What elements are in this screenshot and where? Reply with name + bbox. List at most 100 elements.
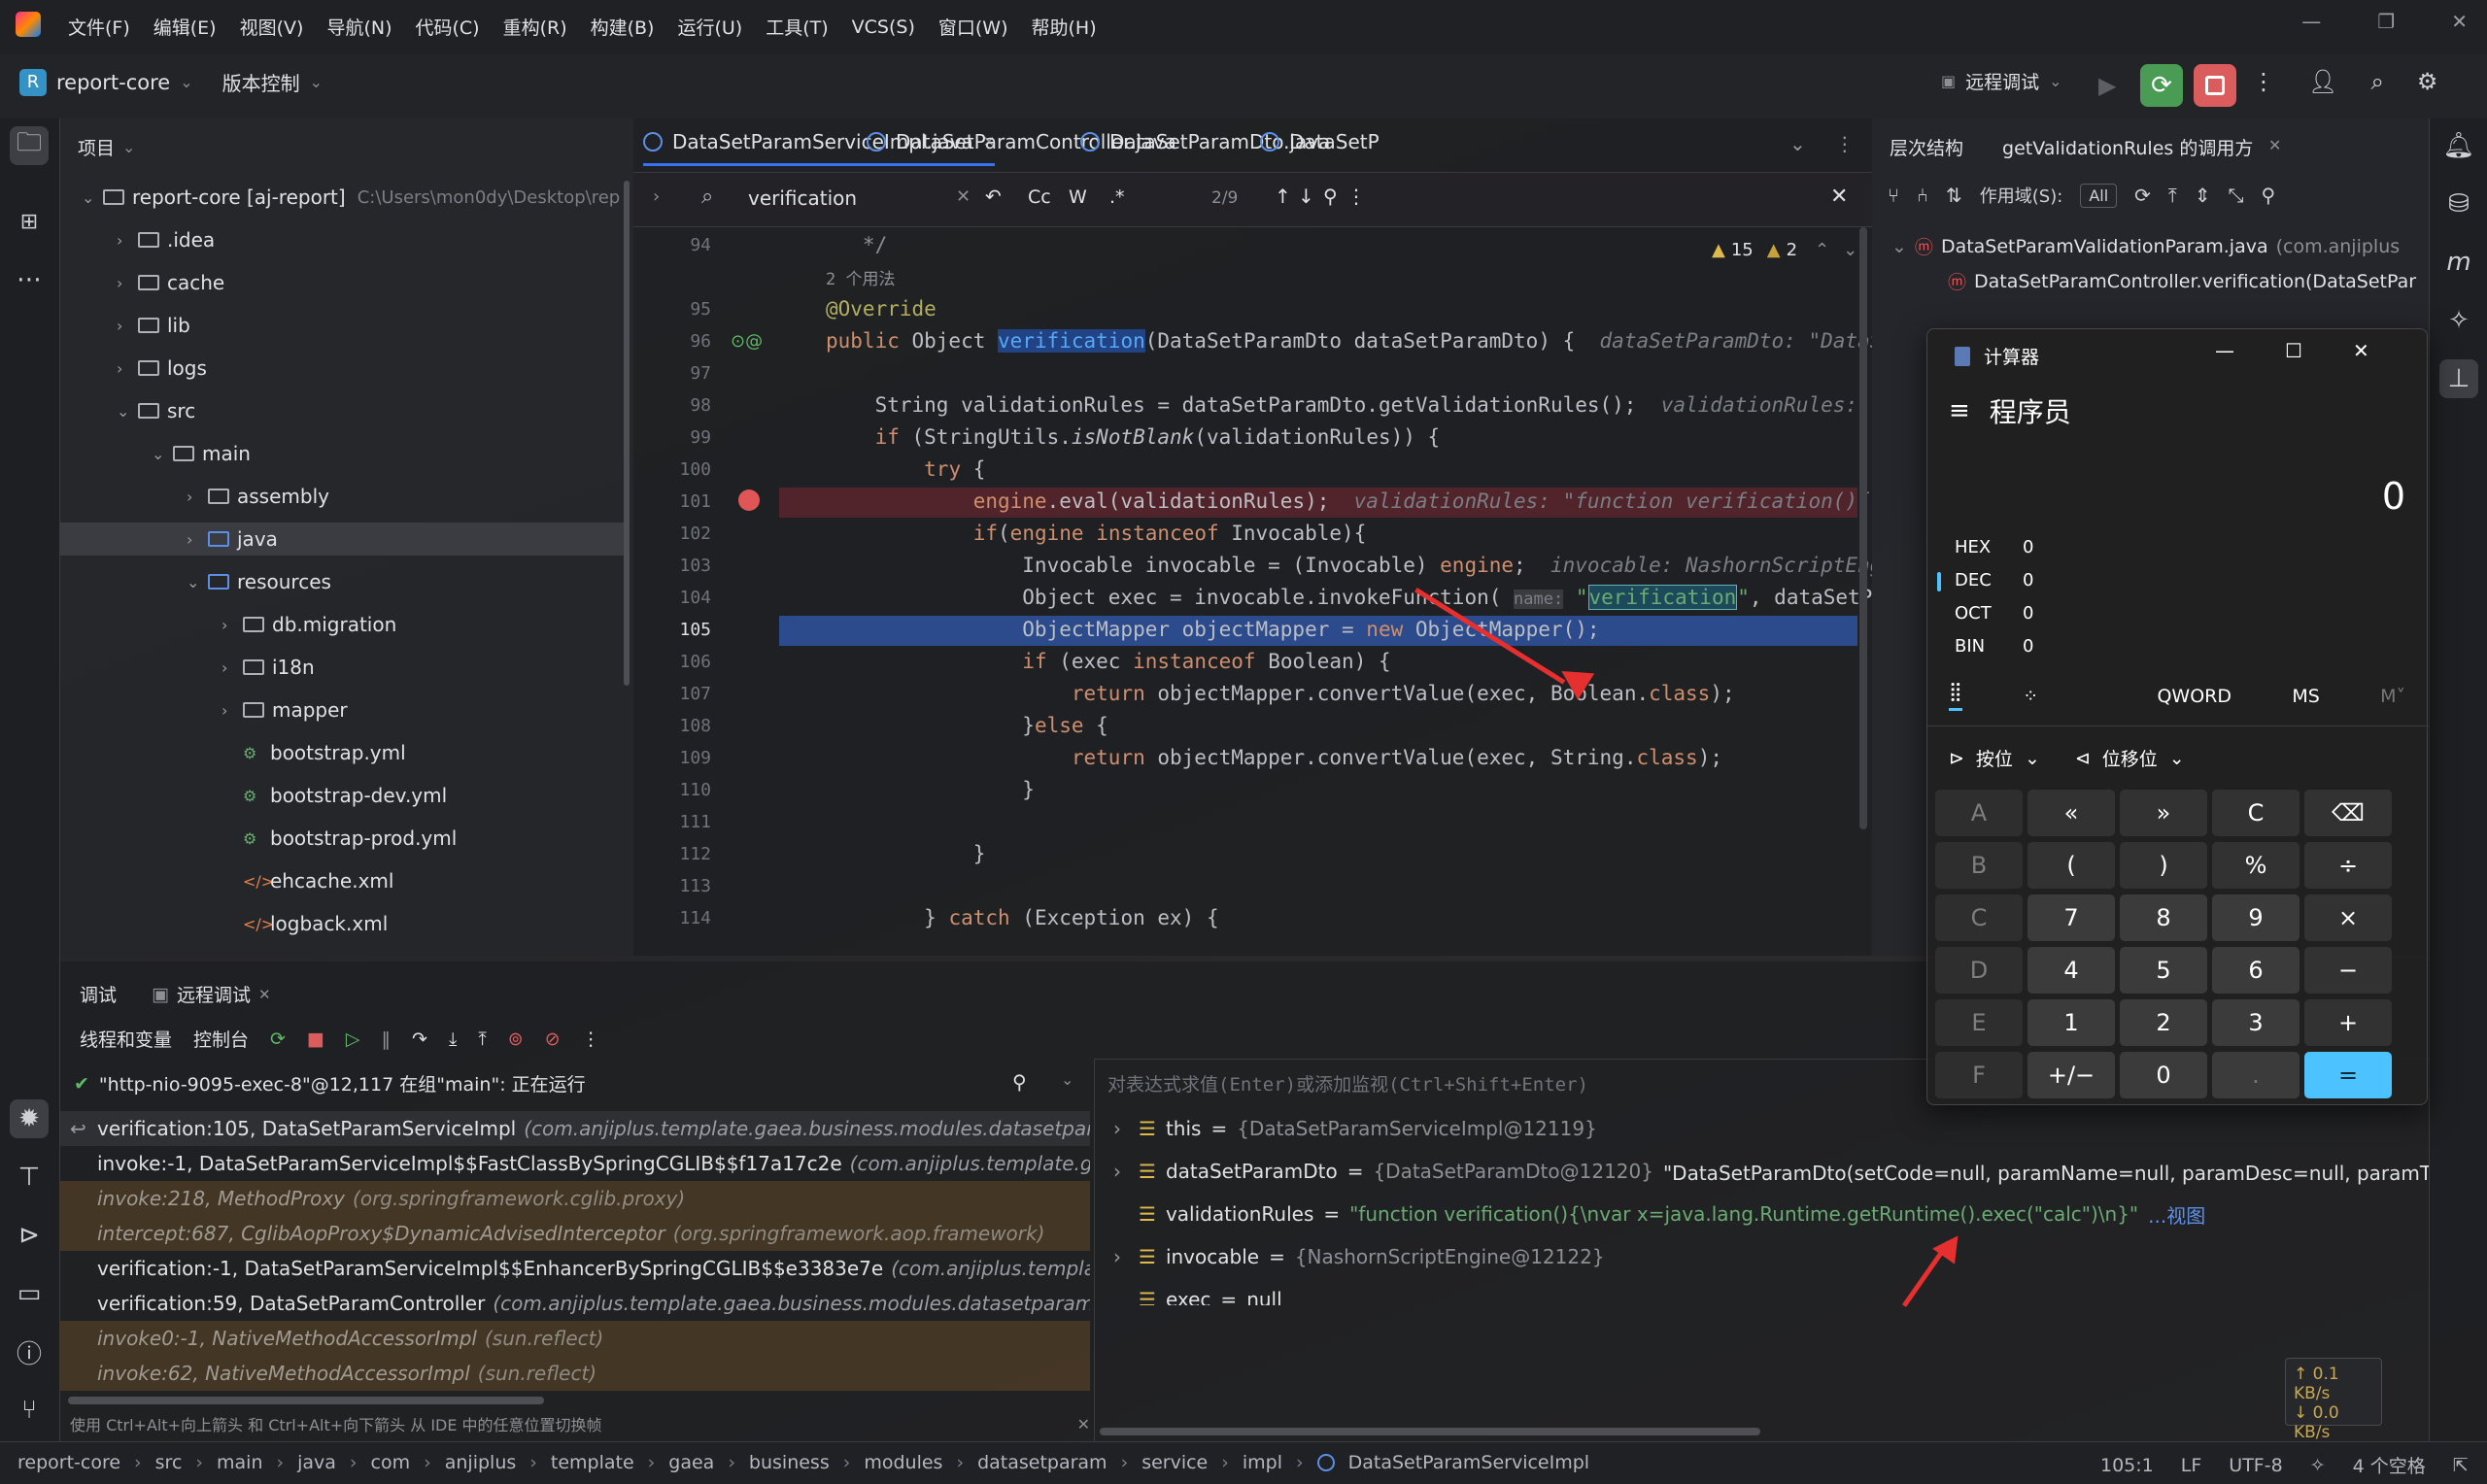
tree-item[interactable]: ⌄ main	[152, 437, 251, 470]
close-icon[interactable]: ✕	[2353, 339, 2369, 362]
chevron-right-icon[interactable]: ›	[152, 958, 173, 959]
rerun-icon[interactable]: ⟳	[270, 1029, 286, 1050]
run-icon[interactable]: ▶	[2098, 72, 2116, 99]
breadcrumb-item[interactable]: report-core	[17, 1452, 120, 1473]
code-style-icon[interactable]: ✧	[2310, 1455, 2326, 1476]
collapse-all-icon[interactable]: ⤡	[2229, 184, 2244, 207]
menu-icon[interactable]: ≡	[1949, 396, 1970, 425]
chevron-right-icon[interactable]: ›	[1113, 1117, 1129, 1140]
more-icon[interactable]: ⋮	[582, 1029, 600, 1050]
base-row-bin[interactable]: BIN 0	[1955, 636, 2033, 657]
stack-frame[interactable]: intercept:687, CglibAopProxy$DynamicAdvi…	[60, 1216, 1090, 1251]
database-icon[interactable]: ⛁	[2439, 185, 2478, 223]
editor-scrollbar[interactable]	[1859, 227, 1867, 829]
calc-key[interactable]: ÷	[2304, 842, 2392, 889]
resume-icon[interactable]: ▷	[346, 1029, 360, 1050]
memory-button[interactable]: M˅	[2380, 686, 2405, 707]
evaluate-expression-input[interactable]: 对表达式求值(Enter)或添加监视(Ctrl+Shift+Enter)	[1107, 1070, 1588, 1096]
chevron-right-icon[interactable]: ›	[221, 658, 243, 677]
calc-key[interactable]: »	[2120, 790, 2207, 836]
code-area[interactable]: 94 */ 2 个用法 95 @Override ⊙@ 96 public Object v…	[633, 227, 1872, 956]
menu-item[interactable]: 视图(V)	[240, 14, 304, 40]
tree-item[interactable]: </> ehcache.xml	[221, 864, 393, 897]
pin-icon[interactable]: ⤒	[2168, 184, 2177, 207]
tree-item[interactable]: › cache	[117, 266, 224, 299]
stop-icon[interactable]: ■	[307, 1029, 324, 1050]
breadcrumb-item[interactable]: anjiplus	[445, 1452, 517, 1473]
variable-extra[interactable]: ...视图	[2148, 1200, 2205, 1229]
code-line[interactable]: if (StringUtils.isNotBlank(validationRul…	[826, 425, 1441, 449]
calc-key[interactable]: .	[2212, 1052, 2300, 1098]
line-separator[interactable]: LF	[2181, 1455, 2202, 1476]
chevron-right-icon[interactable]: ›	[221, 616, 243, 634]
code-line[interactable]: } catch (Exception ex) {	[826, 906, 1218, 929]
terminal-tool-icon[interactable]: ▭	[10, 1274, 49, 1313]
lock-icon[interactable]: ⇱	[2453, 1455, 2469, 1476]
step-out-icon[interactable]: ⤒	[478, 1029, 486, 1050]
history-icon[interactable]: ↶	[985, 185, 1002, 208]
breadcrumb-item[interactable]: impl	[1243, 1452, 1282, 1473]
mute-breakpoints-icon[interactable]: ⊘	[545, 1029, 561, 1050]
tree-item[interactable]: ⚙ bootstrap.yml	[221, 736, 406, 769]
hierarchy-tab[interactable]: getValidationRules 的调用方	[2002, 134, 2253, 160]
next-match-icon[interactable]: ↓	[1298, 185, 1314, 208]
maximize-icon[interactable]: ☐	[2285, 339, 2302, 362]
calc-key[interactable]: %	[2212, 842, 2300, 889]
chevron-right-icon[interactable]: ›	[653, 186, 660, 207]
chevron-right-icon[interactable]: ›	[187, 530, 208, 549]
stack-frame[interactable]: invoke:218, MethodProxy (org.springframew…	[60, 1181, 1090, 1216]
menu-item[interactable]: VCS(S)	[852, 17, 915, 38]
debug-tool-icon[interactable]: ✹	[10, 1099, 49, 1138]
run-config-selector[interactable]: 远程调试	[1965, 68, 2039, 94]
base-row-hex[interactable]: HEX 0	[1955, 537, 2033, 557]
stack-frame[interactable]: ↩ verification:105, DataSetParamServiceIm…	[60, 1111, 1090, 1146]
menu-item[interactable]: 导航(N)	[326, 14, 392, 40]
bit-shift-menu[interactable]: 位移位	[2102, 745, 2158, 771]
breadcrumb-item[interactable]: service	[1141, 1452, 1208, 1473]
close-tab-icon[interactable]: ✕	[2268, 136, 2281, 154]
code-line[interactable]: */	[826, 233, 887, 256]
stack-frame[interactable]: invoke:-1, DataSetParamServiceImpl$$Fast…	[60, 1146, 1090, 1181]
chevron-down-icon[interactable]: ⌄	[152, 445, 173, 463]
calc-key[interactable]: )	[2120, 842, 2207, 889]
chevron-right-icon[interactable]: ›	[187, 488, 208, 506]
calc-key[interactable]: «	[2027, 790, 2115, 836]
chevron-down-icon[interactable]: ⌄	[117, 402, 138, 421]
breadcrumb-item[interactable]: java	[297, 1452, 336, 1473]
hierarchy-tool-icon[interactable]: ⊥	[2439, 359, 2478, 398]
file-encoding[interactable]: UTF-8	[2229, 1455, 2282, 1476]
calc-key[interactable]: 4	[2027, 947, 2115, 994]
threads-variables-tab[interactable]: 线程和变量	[80, 1026, 172, 1052]
tree-item[interactable]: › java	[60, 523, 624, 556]
code-line[interactable]: Object exec = invocable.invokeFunction( …	[826, 585, 1872, 610]
regex-toggle[interactable]: .*	[1109, 186, 1125, 208]
chevron-down-icon[interactable]: ⌄	[82, 188, 103, 207]
menu-item[interactable]: 编辑(E)	[153, 14, 217, 40]
chevron-right-icon[interactable]: ›	[117, 231, 138, 250]
variable-row[interactable]: › ☰ this = {DataSetParamServiceImpl@12119}	[1113, 1111, 1597, 1146]
minimize-icon[interactable]: —	[2215, 339, 2234, 362]
calc-key[interactable]: ×	[2304, 894, 2392, 941]
services-tool-icon[interactable]: ⊳	[10, 1216, 49, 1255]
calc-key[interactable]: C	[1935, 894, 2023, 941]
expand-all-icon[interactable]: ⇕	[2195, 184, 2211, 207]
calc-key[interactable]: 1	[2027, 999, 2115, 1046]
stack-frame[interactable]: verification:-1, DataSetParamServiceImpl…	[60, 1251, 1090, 1286]
vcs-menu[interactable]: 版本控制	[222, 68, 300, 96]
vars-scrollbar[interactable]	[1100, 1428, 1760, 1435]
code-line[interactable]: }	[826, 778, 1035, 801]
step-over-icon[interactable]: ↷	[412, 1029, 427, 1050]
hierarchy-root-item[interactable]: DataSetParamValidationParam.java	[1941, 236, 2268, 257]
tree-item[interactable]: ⌄ resources	[187, 565, 331, 598]
override-gutter-icon[interactable]: ⊙@	[731, 331, 763, 352]
chevron-down-icon[interactable]: ⌄	[1789, 132, 1806, 155]
code-line[interactable]: return objectMapper.convertValue(exec, S…	[826, 746, 1722, 769]
code-line[interactable]: if (exec instanceof Boolean) {	[826, 650, 1390, 673]
menu-item[interactable]: 构建(B)	[591, 14, 655, 40]
scope-select[interactable]: All	[2080, 183, 2118, 208]
variable-row[interactable]: › ☰ invocable = {NashornScriptEngine@12122}	[1113, 1239, 1605, 1274]
tab-debug[interactable]: 调试	[80, 981, 117, 1007]
menu-item[interactable]: 重构(R)	[503, 14, 567, 40]
calc-key[interactable]: 2	[2120, 999, 2207, 1046]
variable-extra[interactable]: "DataSetParamDto(setCode=null, paramName…	[1663, 1158, 2429, 1186]
